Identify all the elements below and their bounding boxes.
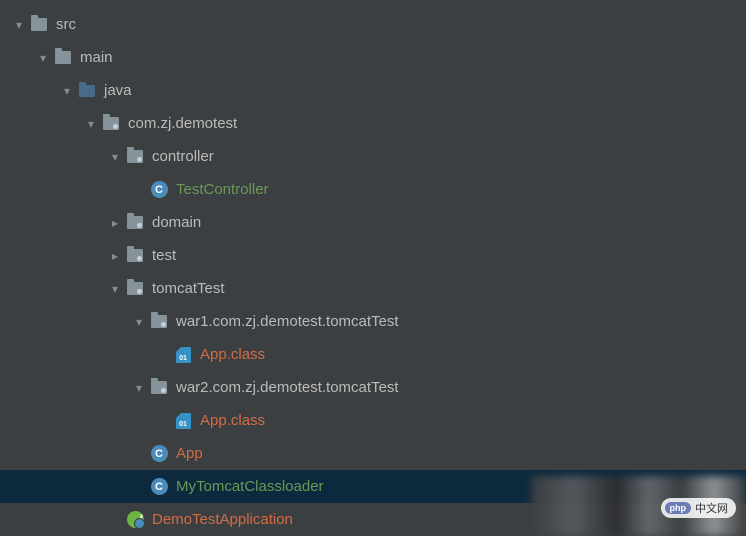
tree-node-app-class-1[interactable]: ▾ App.class bbox=[0, 338, 746, 371]
package-icon bbox=[126, 214, 144, 232]
package-icon bbox=[126, 280, 144, 298]
chevron-right-icon[interactable]: ▸ bbox=[104, 216, 126, 230]
watermark-text: 中文网 bbox=[695, 500, 728, 516]
chevron-down-icon[interactable]: ▾ bbox=[80, 117, 102, 131]
chevron-right-icon[interactable]: ▸ bbox=[104, 249, 126, 263]
tree-node-war1[interactable]: ▾ war1.com.zj.demotest.tomcatTest bbox=[0, 305, 746, 338]
tree-node-app-class-2[interactable]: ▾ App.class bbox=[0, 404, 746, 437]
package-icon bbox=[102, 115, 120, 133]
project-tree: ▾ src ▾ main ▾ java ▾ com.zj.demotest ▾ … bbox=[0, 0, 746, 536]
tree-node-tomcat-test[interactable]: ▾ tomcatTest bbox=[0, 272, 746, 305]
tree-label: com.zj.demotest bbox=[128, 115, 237, 132]
tree-node-war2[interactable]: ▾ war2.com.zj.demotest.tomcatTest bbox=[0, 371, 746, 404]
tree-label: MyTomcatClassloader bbox=[176, 478, 324, 495]
class-icon: C bbox=[150, 445, 168, 463]
watermark: php 中文网 bbox=[661, 498, 737, 518]
chevron-down-icon[interactable]: ▾ bbox=[8, 18, 30, 32]
chevron-down-icon[interactable]: ▾ bbox=[56, 84, 78, 98]
tree-label: tomcatTest bbox=[152, 280, 225, 297]
tree-label: main bbox=[80, 49, 113, 66]
tree-label: App.class bbox=[200, 346, 265, 363]
package-icon bbox=[126, 148, 144, 166]
tree-node-src[interactable]: ▾ src bbox=[0, 8, 746, 41]
tree-label: war2.com.zj.demotest.tomcatTest bbox=[176, 379, 399, 396]
tree-label: war1.com.zj.demotest.tomcatTest bbox=[176, 313, 399, 330]
tree-node-app[interactable]: ▾ C App bbox=[0, 437, 746, 470]
tree-node-package-root[interactable]: ▾ com.zj.demotest bbox=[0, 107, 746, 140]
chevron-down-icon[interactable]: ▾ bbox=[32, 51, 54, 65]
tree-label: controller bbox=[152, 148, 214, 165]
tree-node-controller[interactable]: ▾ controller bbox=[0, 140, 746, 173]
package-icon bbox=[126, 247, 144, 265]
class-file-icon bbox=[174, 346, 192, 364]
tree-node-test-controller[interactable]: ▾ C TestController bbox=[0, 173, 746, 206]
tree-label: domain bbox=[152, 214, 201, 231]
source-folder-icon bbox=[78, 82, 96, 100]
tree-node-main[interactable]: ▾ main bbox=[0, 41, 746, 74]
tree-label: test bbox=[152, 247, 176, 264]
tree-node-java[interactable]: ▾ java bbox=[0, 74, 746, 107]
class-file-icon bbox=[174, 412, 192, 430]
class-icon: C bbox=[150, 478, 168, 496]
tree-label: TestController bbox=[176, 181, 269, 198]
package-icon bbox=[150, 313, 168, 331]
php-badge: php bbox=[665, 502, 692, 514]
folder-icon bbox=[30, 16, 48, 34]
tree-label: java bbox=[104, 82, 132, 99]
spring-boot-icon bbox=[126, 511, 144, 529]
tree-label: src bbox=[56, 16, 76, 33]
chevron-down-icon[interactable]: ▾ bbox=[104, 150, 126, 164]
folder-icon bbox=[54, 49, 72, 67]
tree-label: DemoTestApplication bbox=[152, 511, 293, 528]
tree-label: App bbox=[176, 445, 203, 462]
tree-node-domain[interactable]: ▸ domain bbox=[0, 206, 746, 239]
tree-node-test[interactable]: ▸ test bbox=[0, 239, 746, 272]
tree-label: App.class bbox=[200, 412, 265, 429]
package-icon bbox=[150, 379, 168, 397]
chevron-down-icon[interactable]: ▾ bbox=[104, 282, 126, 296]
chevron-down-icon[interactable]: ▾ bbox=[128, 381, 150, 395]
class-icon: C bbox=[150, 181, 168, 199]
chevron-down-icon[interactable]: ▾ bbox=[128, 315, 150, 329]
